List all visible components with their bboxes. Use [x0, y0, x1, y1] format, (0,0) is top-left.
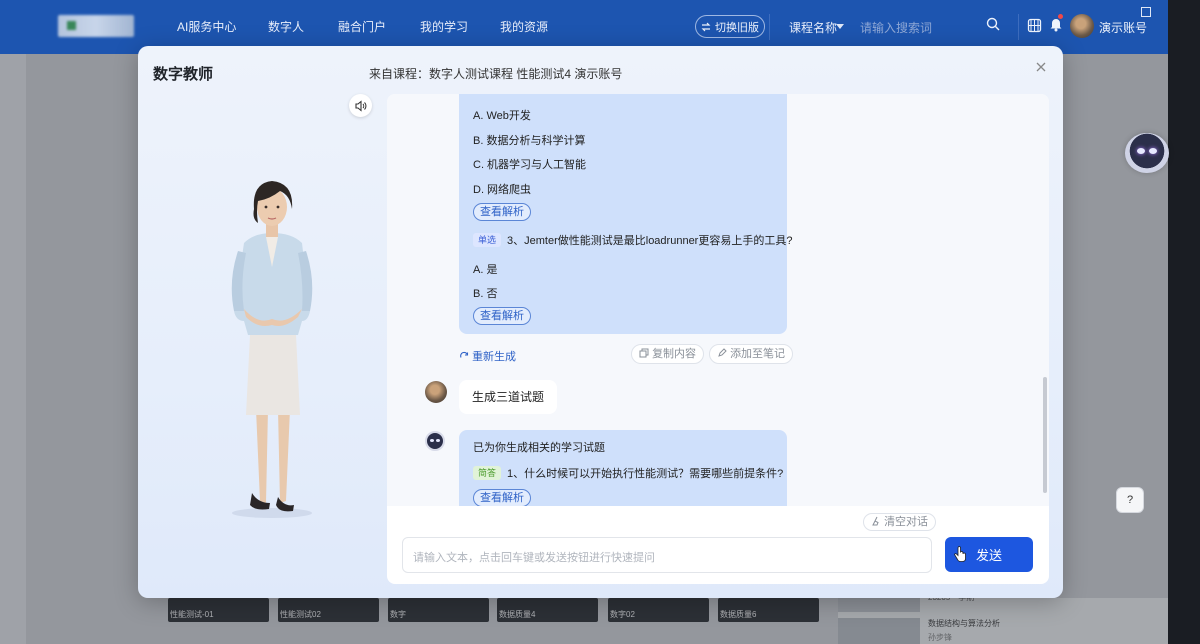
copy-content-button[interactable]: 复制内容 [631, 344, 705, 364]
username[interactable]: 演示账号 [1099, 19, 1147, 36]
robot-assistant-icon[interactable] [1125, 133, 1169, 173]
robot-avatar-icon [425, 431, 445, 451]
copy-content-label: 复制内容 [652, 348, 697, 360]
option-a: A. Web开发 [473, 110, 531, 122]
clear-chat-label: 清空对话 [884, 516, 929, 528]
option-b: B. 否 [473, 288, 498, 300]
pencil-icon [718, 348, 727, 357]
digital-teacher-avatar [231, 181, 313, 518]
chat-input[interactable]: 请输入文本，点击回车键或发送按钮进行快速提问 [402, 537, 932, 573]
nav-portal[interactable]: 融合门户 [338, 18, 386, 35]
chevron-down-icon[interactable] [836, 24, 844, 29]
chat-panel: A. Web开发 B. 数据分析与科学计算 C. 机器学习与人工智能 D. 网络… [387, 94, 1049, 584]
single-choice-tag: 单选 [473, 233, 502, 247]
short-answer-tag: 简答 [473, 466, 502, 480]
notification-dot [1058, 14, 1063, 19]
clear-chat-button[interactable]: 清空对话 [863, 513, 937, 531]
question-1: 简答 1、什么时候可以开始执行性能测试？需要哪些前提条件? [473, 465, 783, 481]
speaker-icon [354, 99, 366, 112]
robot-eye [436, 439, 440, 442]
nav-my-resources[interactable]: 我的资源 [500, 18, 548, 35]
course-source: 来自课程：数字人测试课程 性能测试4 演示账号 [369, 67, 623, 81]
question-1-text: 1、什么时候可以开始执行性能测试？需要哪些前提条件? [507, 468, 784, 480]
speaker-button[interactable] [349, 94, 372, 117]
add-to-notes-button[interactable]: 添加至笔记 [709, 344, 794, 364]
logo-mark [67, 21, 76, 30]
globe-icon[interactable] [1027, 18, 1042, 33]
chat-messages[interactable]: A. Web开发 B. 数据分析与科学计算 C. 机器学习与人工智能 D. 网络… [387, 94, 1049, 506]
option-b: B. 数据分析与科学计算 [473, 135, 586, 147]
refresh-icon [460, 351, 469, 358]
copy-icon [639, 348, 649, 358]
view-analysis-button[interactable]: 查看解析 [473, 307, 531, 325]
send-label: 发送 [975, 548, 1002, 563]
digital-teacher-modal: 数字教师 来自课程：数字人测试课程 性能测试4 演示账号 A. Web开发 B.… [138, 46, 1063, 598]
robot-eye [1137, 148, 1145, 154]
assistant-message: A. Web开发 B. 数据分析与科学计算 C. 机器学习与人工智能 D. 网络… [459, 94, 792, 334]
right-edge-bar [1168, 0, 1200, 644]
switch-old-version-button[interactable]: 切换旧版 [695, 15, 765, 38]
robot-eye [430, 439, 434, 442]
nav-ai-service[interactable]: AI服务中心 [177, 18, 236, 35]
nav-my-learning[interactable]: 我的学习 [420, 18, 468, 35]
option-d: D. 网络爬虫 [473, 184, 532, 196]
course-name-select[interactable]: 课程名称 [789, 19, 837, 36]
assistant-intro: 已为你生成相关的学习试题 [473, 442, 605, 454]
chat-scrollbar[interactable] [1043, 377, 1047, 493]
assistant-message: 已为你生成相关的学习试题 简答 1、什么时候可以开始执行性能测试？需要哪些前提条件… [459, 430, 787, 506]
header-divider [769, 14, 770, 40]
nav-digital-human[interactable]: 数字人 [268, 18, 304, 35]
option-c: C. 机器学习与人工智能 [473, 159, 587, 171]
swap-icon [701, 22, 711, 31]
user-avatar [425, 381, 447, 403]
search-input[interactable]: 请输入搜索词 [860, 19, 932, 36]
question-icon: ? [1126, 494, 1134, 506]
help-button[interactable]: ? [1116, 487, 1144, 513]
regenerate-button[interactable]: 重新生成 [459, 348, 516, 364]
site-logo[interactable] [58, 15, 134, 37]
close-icon[interactable] [1035, 61, 1047, 73]
switch-old-version-label: 切换旧版 [715, 21, 759, 34]
modal-title: 数字教师 [153, 66, 214, 83]
search-icon[interactable] [986, 17, 1000, 31]
view-analysis-button[interactable]: 查看解析 [473, 203, 531, 221]
question-3-text: 3、Jemter做性能测试是最比loadrunner更容易上手的工具? [507, 235, 793, 247]
header-divider-2 [1018, 14, 1019, 40]
restore-window-icon[interactable] [1141, 7, 1151, 17]
option-a: A. 是 [473, 264, 498, 276]
user-message: 生成三道试题 [459, 380, 557, 414]
view-analysis-button[interactable]: 查看解析 [473, 489, 531, 506]
hand-cursor-icon [954, 546, 966, 562]
add-to-notes-label: 添加至笔记 [730, 348, 786, 360]
send-button[interactable]: 发送 [945, 537, 1033, 572]
user-avatar[interactable] [1070, 14, 1094, 38]
chat-input-placeholder: 请输入文本，点击回车键或发送按钮进行快速提问 [413, 552, 655, 564]
broom-icon [872, 516, 879, 526]
regenerate-label: 重新生成 [472, 351, 517, 363]
question-3: 单选 3、Jemter做性能测试是最比loadrunner更容易上手的工具? [473, 232, 792, 248]
robot-eye [1149, 148, 1157, 154]
